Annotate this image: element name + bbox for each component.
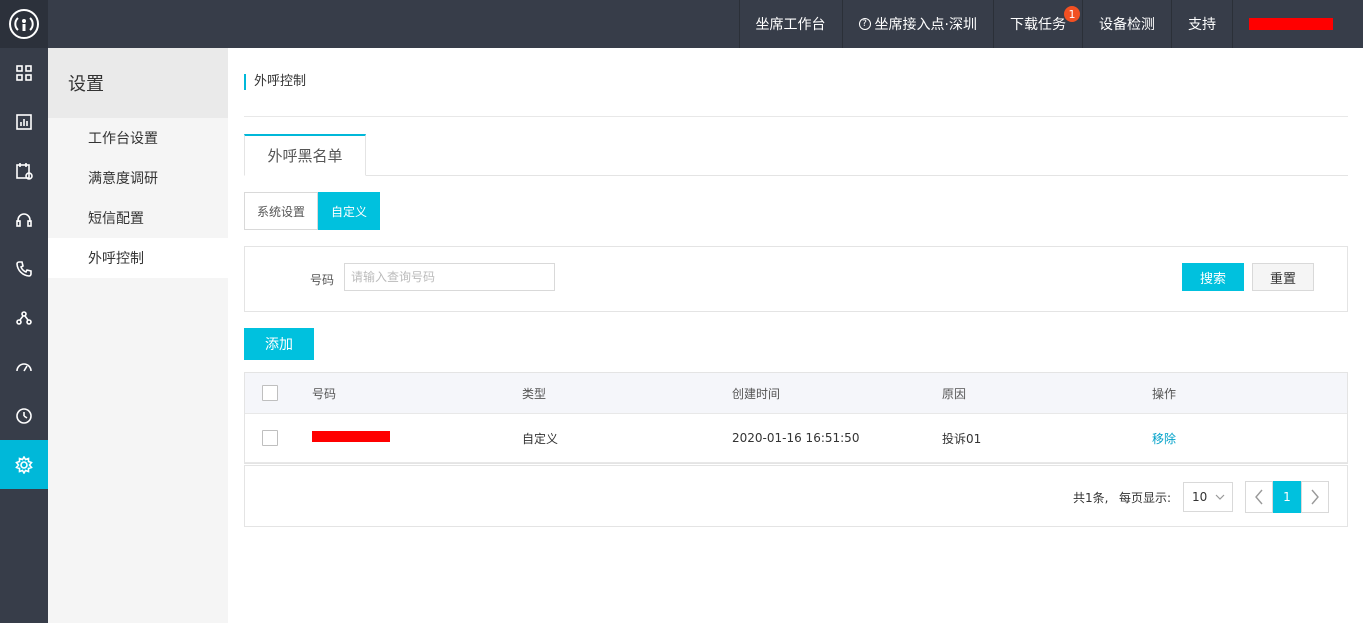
app-logo[interactable]	[0, 0, 48, 48]
tab-bar: 外呼黑名单	[244, 134, 1348, 176]
sidebar-item-label: 外呼控制	[88, 251, 144, 267]
icon-rail	[0, 48, 48, 623]
workbench-link[interactable]: 坐席工作台	[738, 0, 842, 48]
divider	[244, 116, 1348, 117]
remove-link[interactable]: 移除	[1152, 430, 1176, 447]
access-point-link[interactable]: ? 坐席接入点·深圳	[841, 0, 993, 48]
table-row: 自定义 2020-01-16 16:51:50 投诉01 移除	[245, 414, 1347, 463]
sidebar-title: 设置	[48, 48, 228, 118]
tab-outbound-blacklist[interactable]: 外呼黑名单	[244, 134, 366, 176]
page-button-current[interactable]: 1	[1273, 481, 1301, 513]
clock-icon	[16, 407, 32, 424]
search-button[interactable]: 搜索	[1182, 263, 1244, 291]
workbench-label: 坐席工作台	[755, 17, 826, 33]
top-bar: 坐席工作台 ? 坐席接入点·深圳 下载任务 1 设备检测 支持	[0, 0, 1363, 48]
chart-icon	[16, 113, 32, 130]
row-number-redacted	[312, 431, 390, 445]
chevron-right-icon	[1311, 489, 1319, 505]
calendar-icon	[16, 162, 33, 180]
number-label: 号码	[310, 273, 335, 287]
device-check-label: 设备检测	[1099, 17, 1155, 33]
row-checkbox[interactable]	[262, 430, 278, 446]
redacted-number	[312, 431, 390, 442]
blacklist-table: 号码 类型 创建时间 原因 操作 自定义 2020-01-16 16:51:50…	[244, 372, 1348, 464]
download-count-badge: 1	[1064, 6, 1080, 22]
breadcrumb: 外呼控制	[244, 74, 306, 90]
per-page-label: 每页显示:	[1119, 491, 1172, 505]
add-button[interactable]: 添加	[244, 328, 314, 360]
chevron-left-icon	[1255, 489, 1263, 505]
page-size-value: 10	[1192, 490, 1208, 504]
prev-page-button[interactable]	[1245, 481, 1273, 513]
segment-control: 系统设置 自定义	[244, 192, 381, 230]
sidebar-item-workbench-settings[interactable]: 工作台设置	[48, 118, 228, 158]
rail-item-dashboard[interactable]	[0, 48, 48, 97]
reset-button[interactable]: 重置	[1252, 263, 1314, 291]
sidebar-item-label: 短信配置	[88, 211, 144, 227]
headset-icon	[16, 212, 32, 227]
header-reason: 原因	[942, 386, 967, 401]
select-all-checkbox[interactable]	[262, 385, 278, 401]
total-count: 共1条,	[1073, 491, 1109, 505]
grid-icon	[16, 64, 32, 81]
download-tasks-label: 下载任务	[1010, 17, 1066, 33]
header-number: 号码	[312, 386, 337, 401]
header-type: 类型	[522, 386, 547, 401]
sidebar-item-label: 工作台设置	[88, 131, 158, 147]
row-created-time: 2020-01-16 16:51:50	[732, 431, 860, 445]
pagination: 共1条, 每页显示: 10 1	[244, 465, 1348, 527]
page-size-select[interactable]: 10	[1183, 482, 1233, 512]
help-icon: ?	[858, 18, 871, 30]
settings-sidebar: 设置 工作台设置 满意度调研 短信配置 外呼控制	[48, 48, 228, 623]
filter-panel: 号码 搜索 重置	[244, 246, 1348, 312]
rail-item-reports[interactable]	[0, 97, 48, 146]
user-menu[interactable]	[1232, 0, 1349, 48]
download-tasks-link[interactable]: 下载任务 1	[993, 0, 1082, 48]
settings-icon	[15, 455, 33, 474]
support-link[interactable]: 支持	[1171, 0, 1232, 48]
gauge-icon	[16, 362, 32, 371]
sidebar-item-label: 满意度调研	[88, 171, 158, 187]
header-created-time: 创建时间	[732, 386, 781, 401]
rail-item-monitor[interactable]	[0, 342, 48, 391]
access-point-label: 坐席接入点·深圳	[874, 17, 977, 33]
rail-item-agent[interactable]	[0, 195, 48, 244]
flow-icon	[16, 310, 32, 325]
device-check-link[interactable]: 设备检测	[1082, 0, 1171, 48]
rail-item-schedule[interactable]	[0, 146, 48, 195]
phone-icon	[16, 260, 32, 277]
table-header: 号码 类型 创建时间 原因 操作	[245, 373, 1347, 414]
segment-custom[interactable]: 自定义	[318, 192, 381, 230]
sidebar-item-outbound-control[interactable]: 外呼控制	[48, 238, 228, 278]
redacted-username	[1249, 18, 1333, 30]
header-action: 操作	[1152, 386, 1177, 401]
support-label: 支持	[1188, 17, 1216, 33]
broadcast-logo-icon	[9, 9, 39, 39]
rail-item-flow[interactable]	[0, 293, 48, 342]
number-search-input[interactable]	[344, 263, 555, 291]
row-reason: 投诉01	[942, 431, 982, 446]
row-type: 自定义	[522, 431, 559, 446]
rail-item-history[interactable]	[0, 391, 48, 440]
rail-item-settings[interactable]	[0, 440, 48, 489]
sidebar-item-satisfaction-survey[interactable]: 满意度调研	[48, 158, 228, 198]
segment-system-settings[interactable]: 系统设置	[244, 192, 319, 230]
sidebar-item-sms-config[interactable]: 短信配置	[48, 198, 228, 238]
top-nav: 坐席工作台 ? 坐席接入点·深圳 下载任务 1 设备检测 支持	[738, 0, 1349, 48]
next-page-button[interactable]	[1301, 481, 1329, 513]
chevron-down-icon	[1215, 494, 1225, 500]
rail-item-calls[interactable]	[0, 244, 48, 293]
